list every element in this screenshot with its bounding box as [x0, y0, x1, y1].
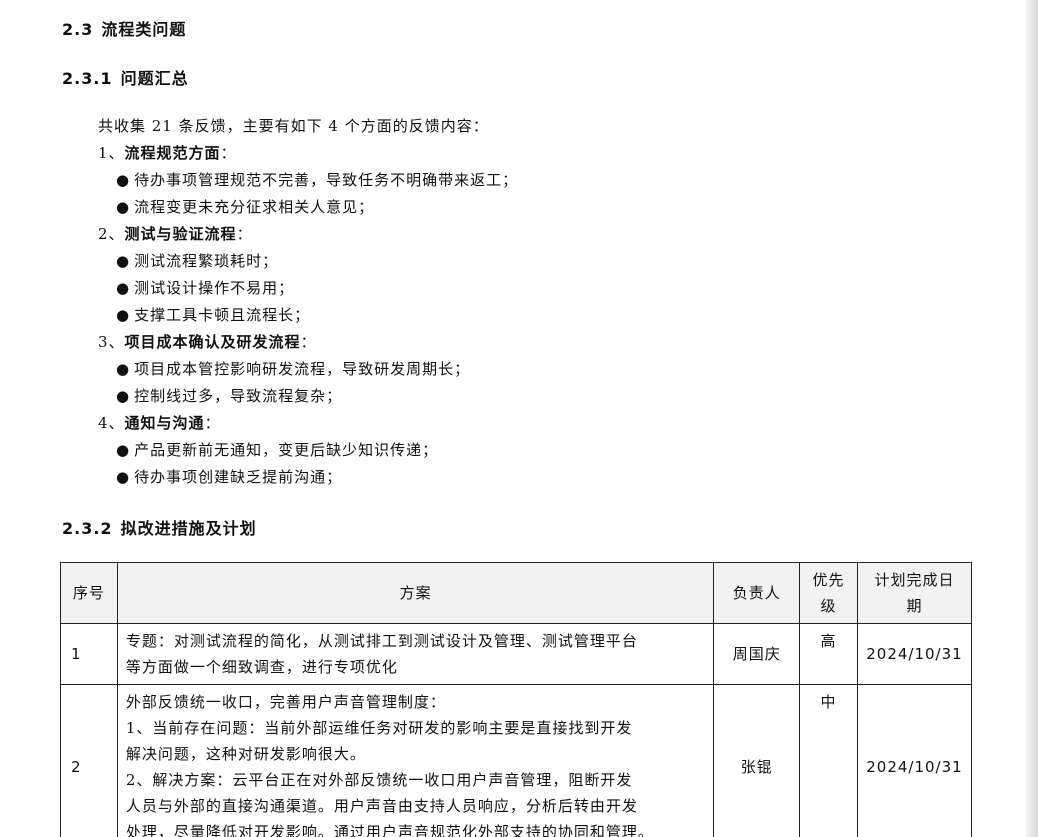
- cell-owner: 周国庆: [713, 623, 801, 685]
- header-date: 计划完成日 期: [856, 562, 973, 624]
- category-1: 1、流程规范方面：: [98, 142, 237, 163]
- list-item: ● 测试流程繁琐耗时；: [116, 250, 278, 271]
- list-item: ● 项目成本管控影响研发流程，导致研发周期长；: [116, 358, 470, 379]
- plan-title: 拟改进措施及计划: [120, 519, 257, 538]
- section-title: 流程类问题: [101, 20, 187, 39]
- list-item: ● 待办事项管理规范不完善，导致任务不明确带来返工；: [116, 169, 518, 190]
- list-item: ● 测试设计操作不易用；: [116, 277, 294, 298]
- table-header-row: 序号 方案 负责人 优先 级 计划完成日 期: [60, 562, 973, 624]
- list-item-text: 测试设计操作不易用；: [134, 279, 295, 297]
- list-item: ● 控制线过多，导致流程复杂；: [116, 385, 342, 406]
- category-prefix: 2、: [98, 225, 125, 243]
- list-item-text: 测试流程繁琐耗时；: [134, 252, 279, 270]
- category-prefix: 4、: [98, 414, 125, 432]
- list-item-text: 支撑工具卡顿且流程长；: [134, 306, 311, 324]
- summary-title: 问题汇总: [120, 69, 189, 88]
- plan-text-line: 解决问题，这种对研发影响很大。: [125, 745, 366, 763]
- plan-text-line: 处理，尽量降低对开发影响。通过用户声音规范化外部支持的协同和管理。: [125, 823, 654, 837]
- bullet-icon: ●: [116, 387, 131, 405]
- bullet-icon: ●: [116, 279, 131, 297]
- list-item: ● 支撑工具卡顿且流程长；: [116, 304, 310, 325]
- header-priority: 优先 级: [799, 562, 858, 624]
- bullet-icon: ●: [116, 360, 131, 378]
- header-priority-line2: 级: [820, 597, 837, 615]
- cell-date: 2024/10/31: [856, 684, 973, 837]
- cell-owner: 张锟: [713, 684, 801, 837]
- cell-plan: 专题：对测试流程的简化，从测试排工到测试设计及管理、测试管理平台 等方面做一个细…: [116, 623, 715, 685]
- header-date-line2: 期: [906, 597, 923, 615]
- category-2: 2、测试与验证流程：: [98, 223, 253, 244]
- bullet-icon: ●: [116, 198, 131, 216]
- header-priority-line1: 优先: [812, 571, 845, 589]
- page-edge-shadow: [1026, 0, 1038, 837]
- document-page: 2.3 流程类问题 2.3.1 问题汇总 共收集 21 条反馈，主要有如下 4 个方…: [0, 0, 1026, 837]
- plan-text-line: 1、当前存在问题：当前外部运维任务对研发的影响主要是直接找到开发: [125, 719, 633, 737]
- header-owner: 负责人: [713, 562, 801, 624]
- plan-text-line: 专题：对测试流程的简化，从测试排工到测试设计及管理、测试管理平台: [125, 632, 638, 650]
- bullet-icon: ●: [116, 468, 131, 486]
- category-3: 3、项目成本确认及研发流程：: [98, 331, 317, 352]
- cell-plan: 外部反馈统一收口，完善用户声音管理制度： 1、当前存在问题：当前外部运维任务对研…: [116, 684, 715, 837]
- summary-heading: 2.3.1 问题汇总: [62, 65, 189, 89]
- table-row: 1 专题：对测试流程的简化，从测试排工到测试设计及管理、测试管理平台 等方面做一…: [60, 623, 973, 685]
- bullet-icon: ●: [116, 252, 131, 270]
- section-number: 2.3: [62, 20, 94, 39]
- list-item-text: 项目成本管控影响研发流程，导致研发周期长；: [134, 360, 471, 378]
- section-heading: 2.3 流程类问题: [62, 16, 186, 40]
- category-suffix: ：: [300, 333, 317, 351]
- header-plan: 方案: [116, 562, 715, 624]
- list-item-text: 待办事项创建缺乏提前沟通；: [134, 468, 343, 486]
- plan-text-line: 外部反馈统一收口，完善用户声音管理制度：: [125, 693, 446, 711]
- category-prefix: 1、: [98, 144, 125, 162]
- plan-table: 序号 方案 负责人 优先 级 计划完成日 期 1 专题：对测试流程的简化，从测试…: [60, 562, 973, 837]
- list-item-text: 产品更新前无通知，变更后缺少知识传递；: [134, 441, 439, 459]
- category-suffix: ：: [236, 225, 253, 243]
- cell-priority: 中: [799, 684, 858, 837]
- category-name: 流程规范方面: [124, 144, 221, 162]
- list-item: ● 产品更新前无通知，变更后缺少知识传递；: [116, 439, 438, 460]
- bullet-icon: ●: [116, 441, 131, 459]
- summary-intro: 共收集 21 条反馈，主要有如下 4 个方面的反馈内容：: [98, 117, 489, 135]
- plan-text-line: 人员与外部的直接沟通渠道。用户声音由支持人员响应，分析后转由开发: [125, 797, 638, 815]
- category-name: 项目成本确认及研发流程: [124, 333, 301, 351]
- category-suffix: ：: [204, 414, 221, 432]
- list-item: ● 流程变更未充分征求相关人意见；: [116, 196, 374, 217]
- plan-text-line: 等方面做一个细致调查，进行专项优化: [125, 658, 398, 676]
- category-4: 4、通知与沟通：: [98, 412, 221, 433]
- list-item-text: 待办事项管理规范不完善，导致任务不明确带来返工；: [134, 171, 519, 189]
- cell-date: 2024/10/31: [856, 623, 973, 685]
- list-item-text: 流程变更未充分征求相关人意见；: [134, 198, 375, 216]
- cell-no: 2: [60, 684, 118, 837]
- plan-heading: 2.3.2 拟改进措施及计划: [62, 515, 257, 539]
- list-item: ● 待办事项创建缺乏提前沟通；: [116, 466, 342, 487]
- category-suffix: ：: [220, 144, 237, 162]
- list-item-text: 控制线过多，导致流程复杂；: [134, 387, 343, 405]
- bullet-icon: ●: [116, 171, 131, 189]
- category-name: 测试与验证流程: [124, 225, 237, 243]
- plan-text-line: 2、解决方案：云平台正在对外部反馈统一收口用户声音管理，阻断开发: [125, 771, 633, 789]
- category-prefix: 3、: [98, 333, 125, 351]
- cell-priority: 高: [799, 623, 858, 685]
- plan-number: 2.3.2: [62, 519, 113, 538]
- cell-no: 1: [60, 623, 118, 685]
- summary-number: 2.3.1: [62, 69, 113, 88]
- header-date-line1: 计划完成日: [874, 571, 955, 589]
- header-no: 序号: [60, 562, 118, 624]
- bullet-icon: ●: [116, 306, 131, 324]
- table-row: 2 外部反馈统一收口，完善用户声音管理制度： 1、当前存在问题：当前外部运维任务…: [60, 684, 973, 837]
- category-name: 通知与沟通: [124, 414, 205, 432]
